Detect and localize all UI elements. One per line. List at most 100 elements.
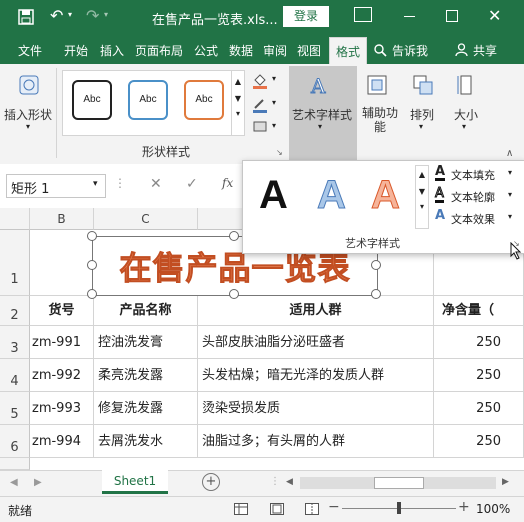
close-icon[interactable]: ✕ — [488, 6, 501, 25]
arrange-icon[interactable] — [412, 74, 434, 96]
zoom-slider-thumb[interactable] — [397, 502, 401, 514]
header-cell[interactable]: 产品名称 — [94, 296, 198, 326]
text-outline-label[interactable]: 文本轮廓 — [451, 189, 495, 205]
table-cell[interactable]: 控油洗发膏 — [94, 326, 198, 359]
undo-dropdown-icon[interactable]: ▾ — [68, 10, 72, 19]
tab-insert[interactable]: 插入 — [100, 42, 124, 59]
ribbon-display-options-icon[interactable] — [354, 7, 372, 22]
dialog-launcher-icon[interactable]: ↘ — [276, 148, 283, 157]
enter-icon[interactable]: ✓ — [186, 176, 198, 192]
tab-format[interactable]: 格式 — [329, 37, 368, 64]
table-cell[interactable]: 修复洗发露 — [94, 392, 198, 425]
shape-style-orange[interactable]: Abc — [184, 80, 224, 120]
row-header-7[interactable] — [0, 458, 30, 470]
tab-page-layout[interactable]: 页面布局 — [135, 42, 183, 59]
text-fill-dropdown-icon[interactable]: ▾ — [508, 168, 512, 177]
text-outline-dropdown-icon[interactable]: ▾ — [508, 190, 512, 199]
table-cell[interactable]: 250 — [434, 392, 524, 425]
tab-file[interactable]: 文件 — [18, 42, 42, 59]
header-cell[interactable]: 适用人群 — [198, 296, 434, 326]
normal-view-icon[interactable] — [234, 503, 248, 515]
resize-handle[interactable] — [371, 260, 381, 270]
chevron-down-icon[interactable]: ▾ — [26, 122, 30, 131]
text-fill-icon[interactable]: A — [435, 165, 446, 181]
size-icon[interactable] — [455, 74, 477, 96]
header-cell[interactable]: 货号 — [30, 296, 94, 326]
text-effect-dropdown-icon[interactable]: ▾ — [508, 212, 512, 221]
table-cell[interactable]: 250 — [434, 359, 524, 392]
resize-handle[interactable] — [87, 231, 97, 241]
table-cell[interactable]: zm-993 — [30, 392, 94, 425]
resize-handle[interactable] — [87, 260, 97, 270]
minimize-icon[interactable] — [404, 16, 415, 17]
col-header-c[interactable]: C — [94, 208, 198, 230]
accessibility-icon[interactable] — [366, 74, 388, 96]
text-effect-label[interactable]: 文本效果 — [451, 211, 495, 227]
prev-sheet-icon[interactable]: ◀ — [10, 477, 18, 488]
page-layout-view-icon[interactable] — [270, 503, 284, 515]
collapse-ribbon-icon[interactable]: ∧ — [506, 148, 513, 159]
text-fill-label[interactable]: 文本填充 — [451, 167, 495, 183]
size-label[interactable]: 大小 — [454, 106, 478, 123]
row-header-4[interactable]: 4 — [0, 359, 30, 392]
tab-home[interactable]: 开始 — [64, 42, 88, 59]
table-cell[interactable]: 柔亮洗发露 — [94, 359, 198, 392]
tell-me-search[interactable]: 告诉我 — [392, 42, 428, 59]
resize-handle[interactable] — [229, 289, 239, 299]
row-header-2[interactable]: 2 — [0, 296, 30, 326]
table-cell[interactable]: zm-991 — [30, 326, 94, 359]
shape-outline-dropdown-icon[interactable]: ▾ — [272, 98, 276, 107]
table-cell[interactable]: zm-994 — [30, 425, 94, 458]
tab-split-grip[interactable]: ⋮ — [270, 476, 280, 487]
cell-b1[interactable] — [30, 230, 94, 296]
tab-review[interactable]: 审阅 — [263, 42, 287, 59]
table-cell[interactable]: 头部皮肤油脂分泌旺盛者 — [198, 326, 434, 359]
customize-qat-icon[interactable]: ▾ — [104, 10, 108, 19]
next-sheet-icon[interactable]: ▶ — [34, 477, 42, 488]
select-all-corner[interactable] — [0, 208, 30, 230]
zoom-in-icon[interactable]: + — [458, 499, 470, 515]
table-cell[interactable]: 烫染受损发质 — [198, 392, 434, 425]
tab-data[interactable]: 数据 — [229, 42, 253, 59]
insert-shape-icon[interactable] — [18, 74, 40, 96]
tab-formulas[interactable]: 公式 — [194, 42, 218, 59]
name-box[interactable]: 矩形 1 ▾ — [6, 174, 106, 198]
redo-icon[interactable]: ↷ — [86, 6, 99, 25]
shape-style-dark[interactable]: Abc — [72, 80, 112, 120]
aux-label[interactable]: 辅助功能 — [360, 106, 400, 134]
arrange-dropdown-icon[interactable]: ▾ — [419, 122, 423, 131]
table-cell[interactable]: 去屑洗发水 — [94, 425, 198, 458]
scroll-right-icon[interactable]: ▶ — [502, 477, 509, 487]
resize-handle[interactable] — [229, 231, 239, 241]
add-sheet-icon[interactable]: + — [202, 473, 220, 491]
shape-style-blue[interactable]: Abc — [128, 80, 168, 120]
wordart-style-black[interactable]: A — [259, 173, 288, 218]
size-dropdown-icon[interactable]: ▾ — [462, 122, 466, 131]
insert-function-icon[interactable]: fx — [222, 176, 233, 190]
zoom-level[interactable]: 100% — [476, 502, 510, 516]
text-effect-icon[interactable]: A — [435, 209, 445, 222]
shape-effects-dropdown-icon[interactable]: ▾ — [272, 121, 276, 130]
row-header-5[interactable]: 5 — [0, 392, 30, 425]
sheet-tab-sheet1[interactable]: Sheet1 — [102, 470, 168, 494]
insert-shape-label[interactable]: 插入形状 — [4, 106, 52, 123]
scroll-left-icon[interactable]: ◀ — [286, 477, 293, 487]
table-cell[interactable]: 头发枯燥；暗无光泽的发质人群 — [198, 359, 434, 392]
row-header-6[interactable]: 6 — [0, 425, 30, 458]
maximize-icon[interactable] — [446, 10, 458, 22]
shape-effects-icon[interactable] — [251, 119, 269, 135]
wordart-gallery-scroll[interactable]: ▲ ▼ ▾ — [415, 165, 429, 229]
shape-fill-icon[interactable] — [251, 72, 269, 90]
login-button[interactable]: 登录 — [283, 6, 329, 27]
shape-outline-icon[interactable] — [251, 96, 269, 114]
table-cell[interactable]: zm-992 — [30, 359, 94, 392]
share-button[interactable]: 共享 — [473, 42, 497, 59]
gallery-scroll[interactable]: ▲ ▼ ▾ — [231, 70, 245, 136]
tab-view[interactable]: 视图 — [297, 42, 321, 59]
row-header-3[interactable]: 3 — [0, 326, 30, 359]
cancel-icon[interactable]: ✕ — [150, 176, 162, 192]
horizontal-scroll-thumb[interactable] — [374, 477, 424, 489]
table-cell[interactable]: 250 — [434, 425, 524, 458]
wordart-style-orange[interactable]: A — [371, 173, 401, 218]
row-header-1[interactable]: 1 — [0, 230, 30, 296]
